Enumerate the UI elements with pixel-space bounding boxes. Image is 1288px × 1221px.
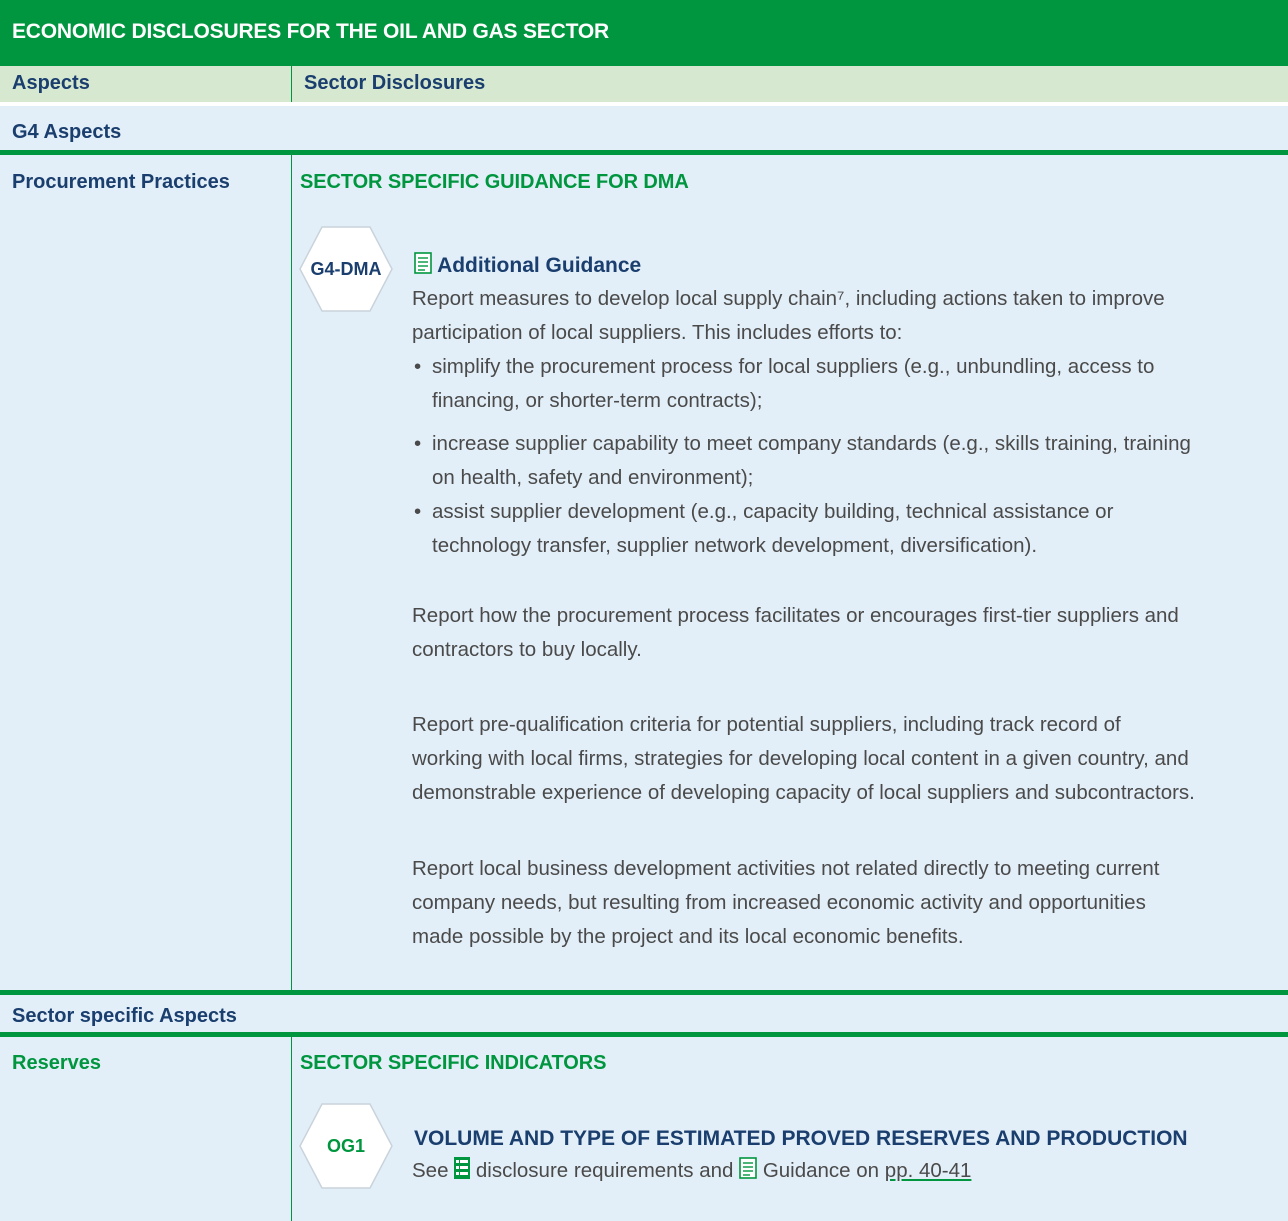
procurement-section: Procurement Practices SECTOR SPECIFIC GU…	[0, 150, 1288, 990]
paragraph-prequal-line1: Report pre-qualification criteria for po…	[412, 713, 1121, 736]
reserves-section: Reserves SECTOR SPECIFIC INDICATORS OG1 …	[0, 1032, 1288, 1221]
bullet-capability-line1: increase supplier capability to meet com…	[432, 432, 1191, 455]
badge-label: G4-DMA	[310, 258, 382, 279]
column-divider	[291, 1037, 292, 1221]
column-divider	[291, 155, 292, 990]
list-icon	[454, 1156, 471, 1190]
additional-guidance-heading: Additional Guidance	[414, 252, 641, 280]
bullet-development-line2: technology transfer, supplier network de…	[432, 534, 1038, 557]
page: { "table_title": "ECONOMIC DISCLOSURES F…	[0, 0, 1288, 1221]
disclosure-requirements-text: disclosure requirements and	[475, 1159, 734, 1182]
bullet-development-line1: assist supplier development (e.g., capac…	[432, 500, 1114, 523]
table-title: ECONOMIC DISCLOSURES FOR THE OIL AND GAS…	[0, 0, 1288, 66]
paragraph-supply-chain-line1: Report measures to develop local supply …	[412, 287, 1165, 310]
bullet-capability-line2: on health, safety and environment);	[432, 466, 754, 489]
document-icon	[414, 252, 432, 280]
bullet-dot: •	[414, 500, 422, 523]
aspect-procurement-practices: Procurement Practices	[12, 171, 230, 193]
indicator-og1-title: VOLUME AND TYPE OF ESTIMATED PROVED RESE…	[414, 1127, 1188, 1150]
g4-aspects-band: G4 Aspects	[0, 104, 1288, 150]
document-icon	[739, 1156, 757, 1190]
indicator-og1-reference: See disclosure requirements and Guidance…	[412, 1154, 971, 1190]
paragraph-prequal-line3: demonstrable experience of developing ca…	[412, 781, 1195, 804]
bullet-dot: •	[414, 355, 422, 378]
guidance-text: Guidance on	[762, 1159, 880, 1182]
sector-aspects-band: Sector specific Aspects	[0, 990, 1288, 1032]
paragraph-local-business-line1: Report local business development activi…	[412, 857, 1160, 880]
paragraph-first-tier-line2: contractors to buy locally.	[412, 638, 642, 661]
paragraph-prequal-line2: working with local firms, strategies for…	[412, 747, 1189, 770]
badge-og1: OG1	[298, 1102, 394, 1190]
badge-label: OG1	[326, 1135, 365, 1156]
section-heading-dma: SECTOR SPECIFIC GUIDANCE FOR DMA	[300, 171, 689, 193]
column-header-sector-disclosures: Sector Disclosures	[304, 72, 486, 94]
bullet-simplify-line2: financing, or shorter-term contracts);	[432, 389, 763, 412]
paragraph-supply-chain-line2: participation of local suppliers. This i…	[412, 321, 903, 344]
column-divider	[291, 66, 292, 102]
column-header-aspects: Aspects	[12, 72, 90, 94]
pages-link[interactable]: pp. 40-41	[885, 1159, 972, 1182]
paragraph-local-business-line3: made possible by the project and its loc…	[412, 925, 964, 948]
badge-g4-dma: G4-DMA	[298, 225, 394, 313]
bullet-simplify-line1: simplify the procurement process for loc…	[432, 355, 1155, 378]
paragraph-local-business-line2: company needs, but resulting from increa…	[412, 891, 1146, 914]
additional-guidance-title: Additional Guidance	[437, 254, 642, 277]
paragraph-first-tier-line1: Report how the procurement process facil…	[412, 604, 1179, 627]
see-text: See	[412, 1159, 449, 1182]
bullet-dot: •	[414, 432, 422, 455]
section-heading-indicators: SECTOR SPECIFIC INDICATORS	[300, 1052, 607, 1074]
column-header-row: Aspects Sector Disclosures	[0, 66, 1288, 102]
aspect-reserves: Reserves	[12, 1052, 101, 1074]
